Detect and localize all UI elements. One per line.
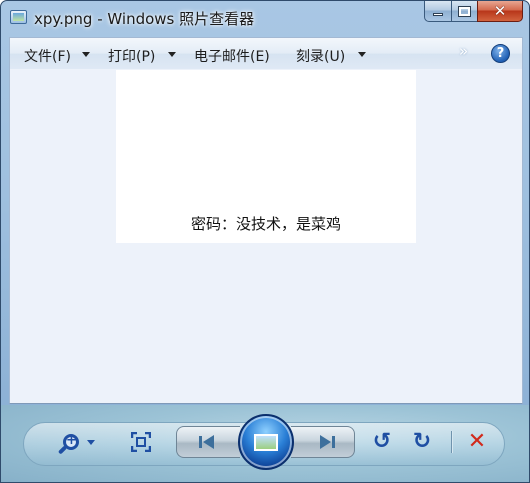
overflow-chevron-icon[interactable]: » bbox=[459, 42, 468, 60]
actual-size-button[interactable] bbox=[131, 432, 151, 452]
help-icon[interactable]: ? bbox=[491, 44, 510, 63]
minimize-icon bbox=[433, 12, 443, 16]
rotate-counterclockwise-icon: ↺ bbox=[372, 429, 392, 454]
slideshow-icon bbox=[254, 434, 278, 451]
rotate-clockwise-icon: ↻ bbox=[412, 429, 432, 454]
menu-print-dropdown-icon[interactable] bbox=[168, 52, 176, 57]
next-icon bbox=[317, 435, 335, 449]
photo-viewer-window: xpy.png - Windows 照片查看器 ✕ 文件(F) 打印(P) 电子… bbox=[0, 0, 530, 483]
close-icon: ✕ bbox=[493, 1, 507, 20]
menu-print-label: 打印(P) bbox=[108, 49, 156, 65]
maximize-icon bbox=[458, 5, 471, 17]
menu-burn[interactable]: 刻录(U) bbox=[296, 46, 345, 66]
rotate-counterclockwise-button[interactable]: ↺ bbox=[371, 431, 393, 453]
displayed-image[interactable]: 密码：没技术，是菜鸡 bbox=[116, 70, 416, 243]
slideshow-button[interactable] bbox=[238, 414, 294, 470]
caption-buttons: ✕ bbox=[424, 1, 523, 23]
menu-file-dropdown-icon[interactable] bbox=[82, 52, 90, 57]
delete-icon: ✕ bbox=[467, 429, 487, 454]
menu-print[interactable]: 打印(P) bbox=[108, 46, 155, 66]
actual-size-icon bbox=[131, 432, 151, 452]
zoom-dropdown-icon[interactable] bbox=[87, 440, 95, 445]
maximize-button[interactable] bbox=[451, 1, 477, 22]
close-button[interactable]: ✕ bbox=[477, 1, 523, 22]
image-caption-text: 密码：没技术，是菜鸡 bbox=[190, 215, 341, 233]
photo-viewer-icon[interactable] bbox=[10, 10, 27, 24]
menu-burn-dropdown-icon[interactable] bbox=[358, 52, 366, 57]
menu-file-label: 文件(F) bbox=[24, 49, 71, 65]
delete-button[interactable]: ✕ bbox=[466, 431, 488, 453]
menu-email[interactable]: 电子邮件(E) bbox=[194, 46, 270, 66]
previous-icon bbox=[199, 435, 217, 449]
rotate-clockwise-button[interactable]: ↻ bbox=[411, 431, 433, 453]
image-viewer-area[interactable]: 密码：没技术，是菜鸡 bbox=[9, 69, 523, 404]
menu-file[interactable]: 文件(F) bbox=[24, 46, 71, 66]
menu-burn-label: 刻录(U) bbox=[296, 49, 346, 65]
title-bar[interactable]: xpy.png - Windows 照片查看器 ✕ bbox=[1, 1, 529, 33]
window-title: xpy.png - Windows 照片查看器 bbox=[34, 10, 255, 28]
command-bar: 文件(F) 打印(P) 电子邮件(E) 刻录(U) » ? bbox=[9, 37, 523, 69]
menu-email-label: 电子邮件(E) bbox=[194, 49, 270, 65]
minimize-button[interactable] bbox=[424, 1, 451, 22]
toolbar-divider bbox=[451, 431, 452, 453]
